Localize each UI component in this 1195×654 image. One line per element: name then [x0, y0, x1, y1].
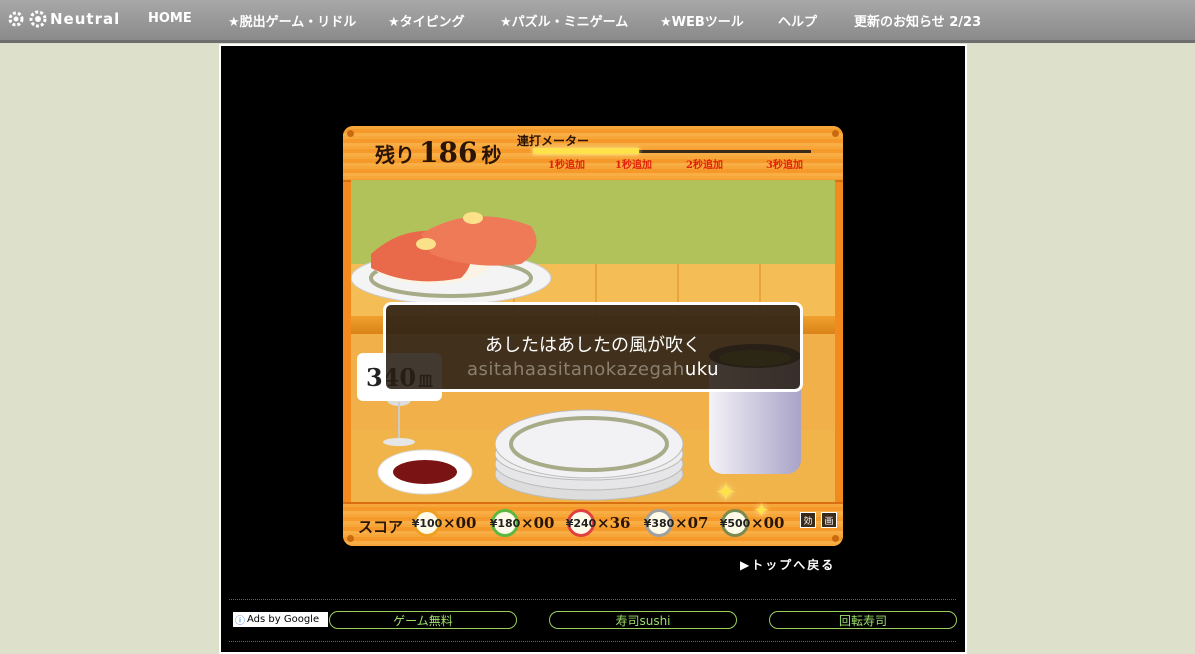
dish-price-badge: ¥500 [720, 509, 750, 537]
ads-by-text: Ads by Google [247, 614, 320, 625]
time-value: 186 [419, 136, 478, 169]
ad-link-sushi[interactable]: 寿司sushi [549, 611, 737, 629]
time-label: 残り [375, 143, 415, 167]
nav-help[interactable]: ヘルプ [778, 11, 817, 30]
ad-link-kaiten-sushi[interactable]: 回転寿司 [769, 611, 957, 629]
divider [229, 599, 956, 600]
nav-escape-games[interactable]: ★脱出ゲーム・リドル [228, 11, 356, 30]
time-remaining: 残り 186 秒 [375, 136, 501, 169]
dish-counter-240: ¥240 ×36 [566, 509, 631, 537]
dish-price-badge: ¥380 [644, 509, 674, 537]
sound-effect-toggle[interactable]: 効 [800, 512, 816, 528]
dish-count: ×36 [597, 514, 631, 532]
combo-meter-fill [533, 148, 639, 154]
dish-count: ×00 [521, 514, 555, 532]
nail [832, 535, 839, 542]
dish-count: ×00 [443, 514, 477, 532]
site-logo-text: Neutral [50, 10, 121, 28]
bonus-marker: 3秒追加 [766, 160, 803, 171]
info-icon: ⓘ [235, 616, 245, 627]
nav-updates[interactable]: 更新のお知らせ 2/23 [854, 11, 981, 30]
dish-price-badge: ¥100 [412, 509, 442, 537]
divider [229, 641, 956, 642]
dish-counter-180: ¥180 ×00 [490, 509, 555, 537]
typing-prompt: あしたはあしたの風が吹く asitahaasitanokazegahuku [383, 302, 803, 392]
combo-meter-label: 連打メーター [517, 134, 590, 148]
site-logo[interactable]: Neutral [6, 9, 120, 29]
romaji-typed: asitahaasitanokazegah [466, 359, 685, 380]
nav-home[interactable]: HOME [148, 11, 192, 26]
image-toggle[interactable]: 画 [821, 512, 837, 528]
top-nav-bar: Neutral HOME ★脱出ゲーム・リドル ★タイピング ★パズル・ミニゲー… [0, 0, 1195, 43]
dish-counter-100: ¥100 ×00 [412, 509, 477, 537]
nail [832, 130, 839, 137]
romaji-line: asitahaasitanokazegahuku [386, 359, 800, 380]
target-phrase: あしたはあしたの風が吹く [485, 335, 701, 356]
nav-web-tools[interactable]: ★WEBツール [660, 11, 744, 30]
dish-price-badge: ¥240 [566, 509, 596, 537]
back-to-top-link[interactable]: ▶トップへ戻る [740, 556, 835, 573]
romaji-remaining: uku [684, 359, 720, 380]
sparkle-icon: ✦ [753, 498, 770, 522]
stacked-plates-icon [495, 409, 684, 501]
nail [347, 130, 354, 137]
dish-count: ×07 [675, 514, 709, 532]
nav-typing[interactable]: ★タイピング [388, 11, 465, 30]
ads-by-google-label[interactable]: ⓘ Ads by Google [233, 612, 328, 627]
score-label: スコア [358, 518, 404, 536]
dish-counter-380: ¥380 ×07 [644, 509, 709, 537]
bonus-marker: 1秒追加 [615, 160, 652, 171]
ad-link-free-games[interactable]: ゲーム無料 [329, 611, 517, 629]
top-panel: 残り 186 秒 連打メーター 1秒追加 1秒追加 2秒追加 3秒追加 [343, 126, 843, 182]
time-unit: 秒 [481, 143, 502, 167]
sushi-plate-icon [351, 212, 552, 305]
dish-price-badge: ¥180 [490, 509, 520, 537]
sparkle-icon: ✦ [715, 478, 737, 508]
nav-puzzle[interactable]: ★パズル・ミニゲーム [500, 11, 628, 30]
gear-icon [8, 11, 24, 27]
soy-sauce-dish-icon [377, 449, 473, 495]
bonus-marker: 1秒追加 [548, 160, 585, 171]
gear-icon [29, 10, 47, 28]
nail [347, 535, 354, 542]
bonus-marker: 2秒追加 [686, 160, 723, 171]
